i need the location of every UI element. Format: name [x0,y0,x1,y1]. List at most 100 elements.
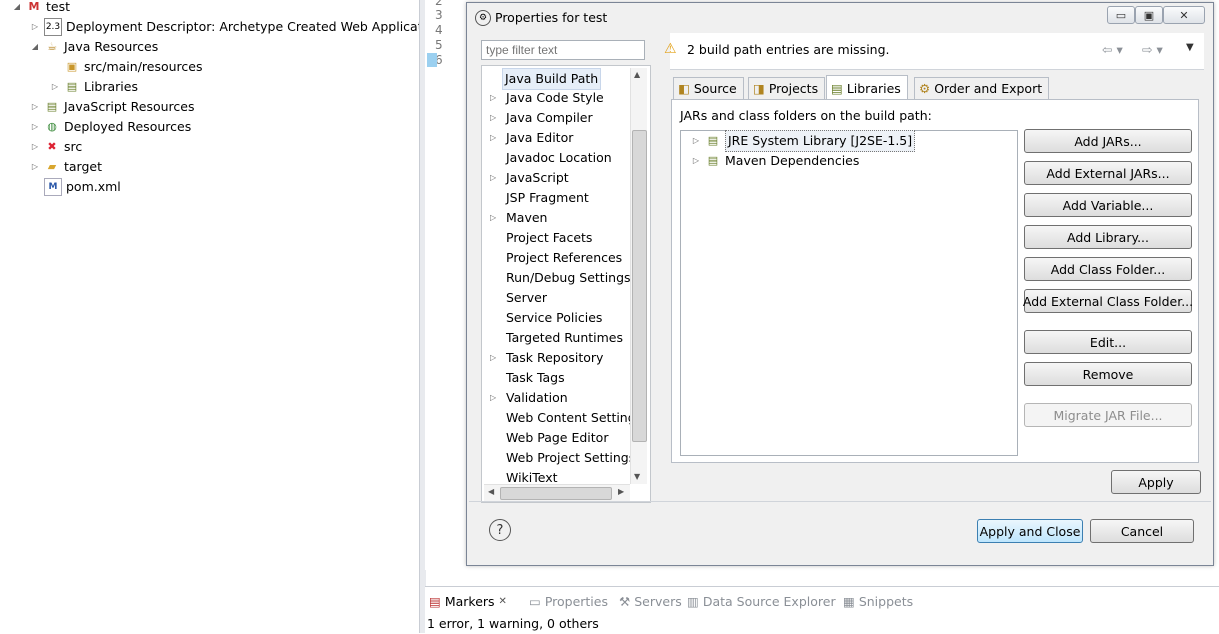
edit-button[interactable]: Edit... [1024,330,1192,354]
view-menu-icon[interactable]: ▼ [1186,42,1194,53]
tree-item-src-main-resources[interactable]: ▣ src/main/resources [64,57,203,77]
nav-item[interactable]: ▷ Java Editor [490,128,575,148]
nav-item[interactable]: Java Build Path [502,68,602,90]
nav-item[interactable]: Service Policies [504,308,604,328]
properties-icon: ▭ [529,594,541,609]
tab-data-source-explorer[interactable]: ▥ Data Source Explorer [687,593,836,611]
nav-item[interactable]: Web Project Settings [504,448,637,468]
expand-arrow-icon[interactable]: ▷ [691,156,701,166]
back-arrow-icon[interactable]: ⇦ ▾ [1102,42,1123,57]
tab-label: Servers [634,594,682,609]
scroll-thumb[interactable] [632,130,647,442]
tree-item-pom-xml[interactable]: M pom.xml [44,177,121,197]
nav-item[interactable]: ▷ Validation [490,388,570,408]
jar-entry-jre[interactable]: ▷ ▤ JRE System Library [J2SE-1.5] [691,130,916,152]
expand-arrow-icon[interactable]: ▷ [490,108,496,128]
tab-libraries[interactable]: ▤ Libraries [826,75,908,102]
tree-item-java-resources[interactable]: ◢ ☕ Java Resources [30,37,158,57]
scroll-left-icon[interactable]: ◀ [488,487,494,496]
nav-item[interactable]: ▷ Java Compiler [490,108,595,128]
nav-item[interactable]: Run/Debug Settings [504,268,633,288]
tree-item-deployed-resources[interactable]: ▷ ◍ Deployed Resources [30,117,191,137]
expand-arrow-icon[interactable]: ▷ [30,142,40,152]
dialog-title-bar[interactable]: ⚙ Properties for test ▭ ▣ ✕ [467,3,1213,33]
tab-properties[interactable]: ▭ Properties [529,593,608,611]
tree-item-label: JavaScript Resources [64,99,195,114]
add-external-class-folder-button[interactable]: Add External Class Folder... [1023,289,1193,313]
nav-item[interactable]: ▷ Task Repository [490,348,605,368]
hscroll-thumb[interactable] [500,487,612,500]
close-button[interactable]: ✕ [1163,6,1205,24]
tree-item-target[interactable]: ▷ ▰ target [30,157,102,177]
expand-arrow-icon[interactable]: ▷ [490,128,496,148]
nav-item-label: Run/Debug Settings [506,270,631,285]
tree-item-libraries[interactable]: ▷ ▤ Libraries [50,77,138,97]
apply-and-close-button[interactable]: Apply and Close [977,519,1083,543]
maximize-button[interactable]: ▣ [1135,6,1163,24]
remove-button[interactable]: Remove [1024,362,1192,386]
scroll-down-icon[interactable]: ▼ [634,472,640,481]
nav-item[interactable]: Web Content Settings [504,408,644,428]
nav-item[interactable]: Targeted Runtimes [504,328,625,348]
build-path-list[interactable]: ▷ ▤ JRE System Library [J2SE-1.5] ▷ ▤ Ma… [680,130,1018,456]
close-icon[interactable]: ✕ [499,593,507,611]
nav-item[interactable]: ▷ Java Code Style [490,88,606,108]
jar-entry-label: Maven Dependencies [725,153,860,168]
add-class-folder-button[interactable]: Add Class Folder... [1024,257,1192,281]
folder-error-icon: ✖ [47,140,57,153]
nav-item[interactable]: ▷ Maven [490,208,549,228]
add-variable-button[interactable]: Add Variable... [1024,193,1192,217]
nav-item[interactable]: Task Tags [504,368,567,388]
apply-button[interactable]: Apply [1111,470,1201,494]
filter-input[interactable] [481,40,645,60]
tree-item-test[interactable]: ◢ M test [12,0,70,17]
add-jars-button[interactable]: Add JARs... [1024,129,1192,153]
source-folder-icon: ▣ [66,60,78,73]
tab-servers[interactable]: ⚒ Servers [619,593,682,611]
expand-arrow-icon[interactable]: ▷ [30,162,40,172]
migrate-jar-button[interactable]: Migrate JAR File... [1024,403,1192,427]
vertical-scrollbar[interactable]: ▲ ▼ [630,68,647,484]
add-external-jars-button[interactable]: Add External JARs... [1024,161,1192,185]
expand-arrow-icon[interactable]: ▷ [30,22,40,32]
expand-arrow-icon[interactable]: ▷ [490,348,496,368]
jar-entry-maven-dependencies[interactable]: ▷ ▤ Maven Dependencies [691,151,859,171]
nav-item[interactable]: Web Page Editor [504,428,610,448]
collapse-arrow-icon[interactable]: ◢ [30,42,40,52]
tree-item-javascript-resources[interactable]: ▷ ▤ JavaScript Resources [30,97,195,117]
scroll-right-icon[interactable]: ▶ [618,487,624,496]
nav-item-label: Javadoc Location [506,150,612,165]
collapse-arrow-icon[interactable]: ◢ [12,2,22,12]
nav-item[interactable]: Javadoc Location [504,148,614,168]
nav-item-label: Web Page Editor [506,430,609,445]
tab-projects[interactable]: ◨ Projects [748,77,826,101]
expand-arrow-icon[interactable]: ▷ [490,388,496,408]
expand-arrow-icon[interactable]: ▷ [490,88,496,108]
expand-arrow-icon[interactable]: ▷ [30,102,40,112]
expand-arrow-icon[interactable]: ▷ [490,168,496,188]
expand-arrow-icon[interactable]: ▷ [490,208,496,228]
tab-source[interactable]: ◧ Source [673,77,744,101]
nav-item[interactable]: JSP Fragment [504,188,591,208]
expand-arrow-icon[interactable]: ▷ [50,82,60,92]
horizontal-scrollbar[interactable]: ◀ ▶ [484,484,630,501]
cancel-button[interactable]: Cancel [1090,519,1194,543]
expand-arrow-icon[interactable]: ▷ [691,136,701,146]
tab-label: Source [693,81,737,96]
nav-item[interactable]: Project References [504,248,624,268]
help-icon[interactable]: ? [489,519,511,541]
expand-arrow-icon[interactable]: ▷ [30,122,40,132]
scroll-up-icon[interactable]: ▲ [634,70,640,79]
add-library-button[interactable]: Add Library... [1024,225,1192,249]
nav-item[interactable]: ▷ JavaScript [490,168,571,188]
tab-snippets[interactable]: ▦ Snippets [843,593,913,611]
forward-arrow-icon[interactable]: ⇨ ▾ [1142,42,1163,57]
tab-markers[interactable]: ▤ Markers ✕ [429,593,507,611]
nav-item-label: Web Content Settings [506,410,643,425]
nav-item[interactable]: Project Facets [504,228,594,248]
tab-order-and-export[interactable]: ⚙ Order and Export [914,77,1050,101]
nav-item[interactable]: Server [504,288,549,308]
minimize-button[interactable]: ▭ [1107,6,1135,24]
tree-item-src[interactable]: ▷ ✖ src [30,137,82,157]
tree-item-deployment-descriptor[interactable]: ▷ 2.3 Deployment Descriptor: Archetype C… [30,17,442,37]
